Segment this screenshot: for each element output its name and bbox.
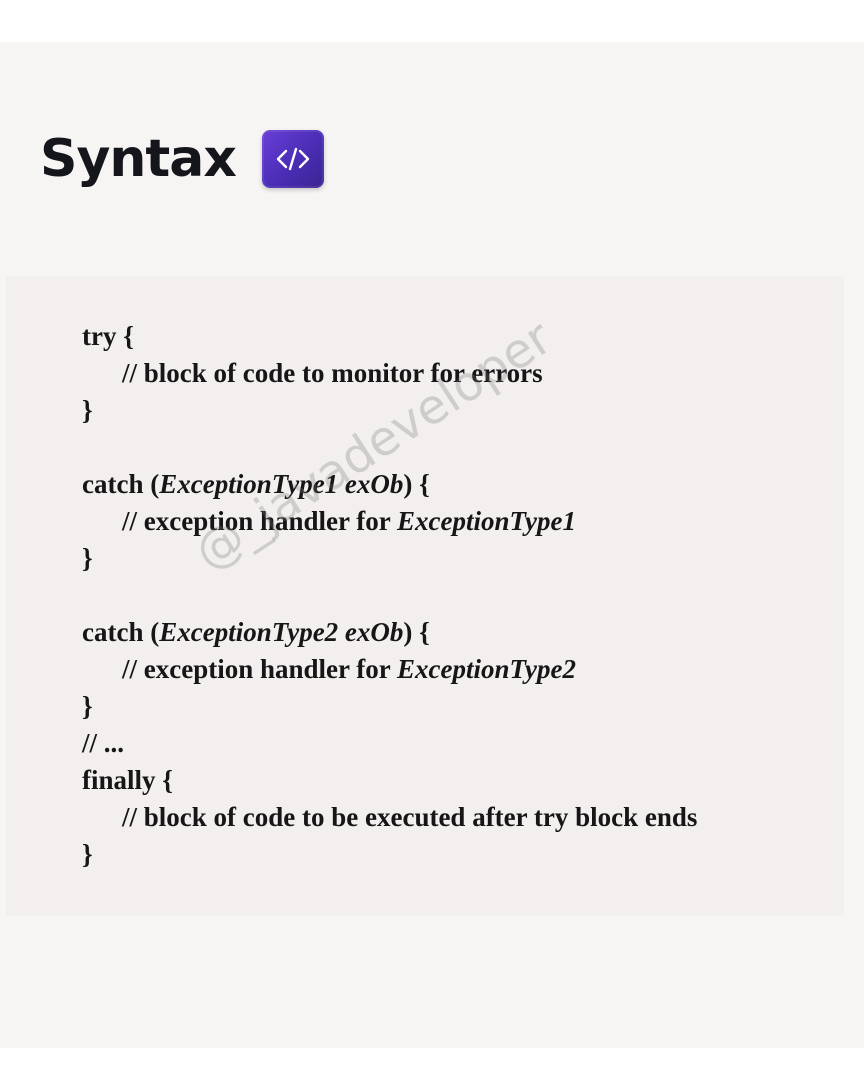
code-line: } (82, 395, 93, 425)
code-line: // block of code to be executed after tr… (122, 802, 698, 832)
code-line: } (82, 839, 93, 869)
code-line: } (82, 691, 93, 721)
code-line: try { (82, 321, 134, 351)
code-line: finally { (82, 765, 173, 795)
code-line: // block of code to monitor for errors (122, 358, 543, 388)
code-line: // exception handler for ExceptionType2 (122, 654, 576, 684)
code-line: // ... (82, 728, 125, 758)
page-title: Syntax (40, 129, 237, 189)
code-line: catch (ExceptionType1 exOb) { (82, 469, 430, 499)
code-icon (261, 130, 324, 188)
code-line: catch (ExceptionType2 exOb) { (82, 617, 430, 647)
heading: Syntax (40, 130, 324, 188)
code-block: try { // block of code to monitor for er… (82, 318, 697, 873)
code-line: } (82, 543, 93, 573)
code-line: // exception handler for ExceptionType1 (122, 506, 576, 536)
